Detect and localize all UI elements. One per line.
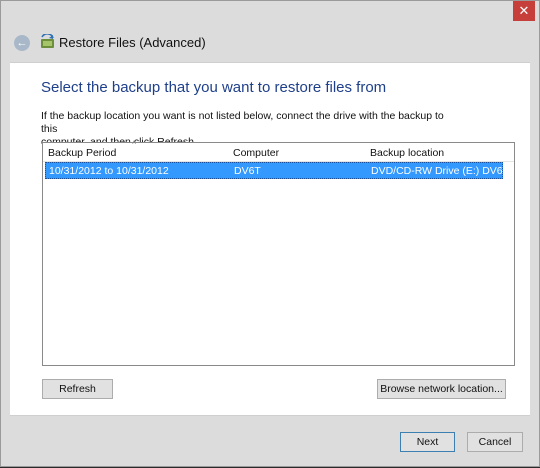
- column-header-backup-location[interactable]: Backup location: [370, 147, 444, 159]
- sort-indicator-icon: ˄: [132, 140, 137, 147]
- refresh-button[interactable]: Refresh: [42, 379, 113, 399]
- cell-backup-location: DVD/CD-RW Drive (E:) DV6...: [371, 165, 512, 177]
- table-row[interactable]: 10/31/2012 to 10/31/2012 DV6T DVD/CD-RW …: [45, 162, 511, 179]
- column-header-computer[interactable]: Computer: [233, 147, 279, 159]
- restore-files-window: ✕ ← Restore Files (Advanced) Select the …: [0, 0, 540, 467]
- window-title: Restore Files (Advanced): [59, 35, 206, 50]
- next-button[interactable]: Next: [400, 432, 455, 452]
- browse-network-location-button[interactable]: Browse network location...: [377, 379, 506, 399]
- list-header: ˄ Backup Period Computer Backup location: [43, 140, 514, 162]
- navigation-bar: ← Restore Files (Advanced): [1, 31, 539, 57]
- close-icon: ✕: [518, 3, 530, 18]
- backup-list[interactable]: ˄ Backup Period Computer Backup location…: [42, 140, 515, 366]
- backup-restore-icon: [41, 34, 54, 48]
- back-arrow-icon: ←: [16, 37, 28, 49]
- column-header-backup-period[interactable]: Backup Period: [48, 147, 116, 159]
- cell-computer: DV6T: [234, 165, 261, 177]
- content-panel: Select the backup that you want to resto…: [10, 62, 530, 416]
- cancel-button[interactable]: Cancel: [467, 432, 523, 452]
- instructions-line-1: If the backup location you want is not l…: [41, 110, 444, 135]
- page-heading: Select the backup that you want to resto…: [41, 79, 387, 96]
- close-button[interactable]: ✕: [513, 1, 535, 21]
- footer: Next Cancel: [1, 415, 539, 468]
- back-button[interactable]: ←: [14, 35, 30, 51]
- cell-backup-period: 10/31/2012 to 10/31/2012: [49, 165, 169, 177]
- title-bar: ✕: [1, 1, 539, 31]
